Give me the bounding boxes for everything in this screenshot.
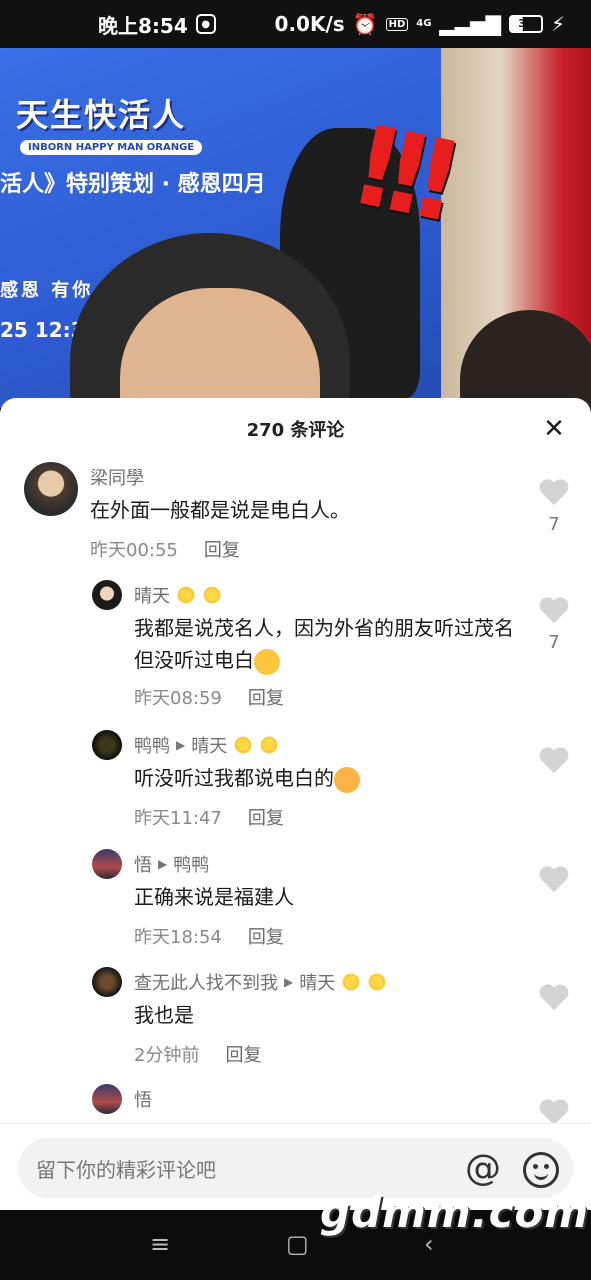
comment-author[interactable]: 梁同學 (90, 464, 144, 490)
status-bar: 晚上8:54 ● 0.0K/s ⏰ HD 4G ▂▃▅▇ 35 ⚡ (0, 0, 591, 48)
comment-text: 正确来说是福建人 (134, 885, 294, 909)
comment-text: 我也是 (134, 1003, 194, 1027)
watermark: gdmm.com (320, 1188, 590, 1237)
sun-emoji-icon (259, 735, 280, 755)
like-control[interactable] (539, 748, 569, 774)
comment-time: 昨天18:54 (134, 927, 222, 948)
network-speed: 0.0K/s (274, 12, 345, 36)
avatar[interactable] (92, 580, 122, 610)
comment-time: 昨天08:59 (134, 688, 222, 709)
avatar[interactable] (24, 462, 78, 516)
comment-author[interactable]: 悟 (134, 1086, 152, 1112)
heart-icon[interactable] (539, 598, 569, 624)
show-banner-line2: 感恩 有你 (0, 280, 94, 301)
comment-author[interactable]: 查无此人找不到我 ▶ 晴天 (134, 969, 388, 995)
comment-time: 2分钟前 (134, 1045, 200, 1066)
emoji-icon[interactable] (523, 1152, 559, 1188)
reply-button[interactable]: 回复 (248, 684, 284, 710)
status-time: 晚上8:54 (98, 13, 188, 38)
comment-count-title: 270 条评论 (246, 420, 345, 441)
reply-button[interactable]: 回复 (204, 536, 240, 562)
signal-icon: ▂▃▅▇ (439, 12, 501, 36)
heart-icon[interactable] (539, 480, 569, 506)
like-control[interactable]: 7 (539, 598, 569, 653)
close-icon[interactable]: ✕ (541, 416, 567, 442)
charging-icon: ⚡ (550, 12, 565, 36)
reply-button[interactable]: 回复 (225, 1041, 261, 1067)
avatar[interactable] (92, 967, 122, 997)
status-right: 0.0K/s ⏰ HD 4G ▂▃▅▇ 35 ⚡ (275, 12, 565, 36)
battery-icon: 35 (508, 15, 543, 33)
at-icon[interactable]: @ (465, 1148, 501, 1189)
show-logo-sub: INBORN HAPPY MAN ORANGE (20, 140, 203, 155)
comment-text: 听没听过我都说电白的 (134, 762, 360, 794)
like-count: 7 (548, 514, 560, 535)
comment-meta: 昨天11:47 回复 (134, 804, 284, 830)
avatar[interactable] (92, 730, 122, 760)
video-player[interactable]: 天生快活人 INBORN HAPPY MAN ORANGE 活人》特别策划 · … (0, 48, 591, 408)
heart-eyes-emoji-icon (334, 766, 360, 793)
reply-arrow-icon: ▶ (176, 738, 186, 752)
laugh-cry-emoji-icon (254, 648, 280, 675)
exclamation-sticker: !!! (339, 99, 455, 245)
like-control[interactable] (539, 985, 569, 1011)
heart-icon[interactable] (539, 748, 569, 774)
show-logo: 天生快活人 (16, 96, 187, 134)
comment-time: 昨天11:47 (134, 808, 222, 829)
like-control[interactable] (539, 867, 569, 893)
comment-text: 在外面一般都是说是电白人。 (90, 498, 350, 522)
comment-author[interactable]: 晴天 (134, 582, 222, 608)
comment-meta: 昨天00:55 回复 (90, 536, 240, 562)
app-notification-icon: ● (195, 14, 216, 34)
comment-meta: 2分钟前 回复 (134, 1041, 261, 1067)
like-control[interactable]: 7 (539, 480, 569, 535)
sun-emoji-icon (176, 585, 196, 605)
comments-panel: 270 条评论 ✕ 梁同學 在外面一般都是说是电白人。 昨天00:55 回复 7… (0, 398, 591, 1210)
alarm-icon: ⏰ (352, 12, 378, 36)
avatar[interactable] (92, 1084, 122, 1114)
sun-emoji-icon (367, 972, 388, 992)
sun-emoji-icon (202, 585, 222, 605)
sun-emoji-icon (341, 972, 362, 992)
menu-icon[interactable]: ≡ (150, 1230, 170, 1258)
show-banner-line1: 活人》特别策划 · 感恩四月 (0, 172, 266, 197)
reply-button[interactable]: 回复 (248, 923, 284, 949)
like-count: 7 (548, 632, 560, 653)
reply-button[interactable]: 回复 (248, 804, 284, 830)
panel-header: 270 条评论 ✕ (0, 398, 591, 460)
reply-arrow-icon: ▶ (284, 975, 294, 989)
reply-arrow-icon: ▶ (158, 857, 168, 871)
comment-time: 昨天00:55 (90, 540, 178, 561)
heart-icon[interactable] (539, 985, 569, 1011)
heart-icon[interactable] (539, 867, 569, 893)
home-icon[interactable]: ▢ (286, 1230, 309, 1258)
comment-meta: 昨天08:59 回复 (134, 684, 284, 710)
hd-icon: HD (385, 17, 409, 31)
sun-emoji-icon (233, 735, 254, 755)
comment-input-placeholder: 留下你的精彩评论吧 (36, 1157, 216, 1182)
network-type: 4G (416, 18, 432, 29)
comment-author[interactable]: 鸭鸭 ▶ 晴天 (134, 732, 280, 758)
battery-level: 35 (518, 17, 534, 30)
comment-meta: 昨天18:54 回复 (134, 923, 284, 949)
avatar[interactable] (92, 849, 122, 879)
comment-author[interactable]: 悟 ▶ 鸭鸭 (134, 851, 209, 877)
comment-text: 我都是说茂名人，因为外省的朋友听过茂名但没听过电白 (134, 612, 519, 676)
